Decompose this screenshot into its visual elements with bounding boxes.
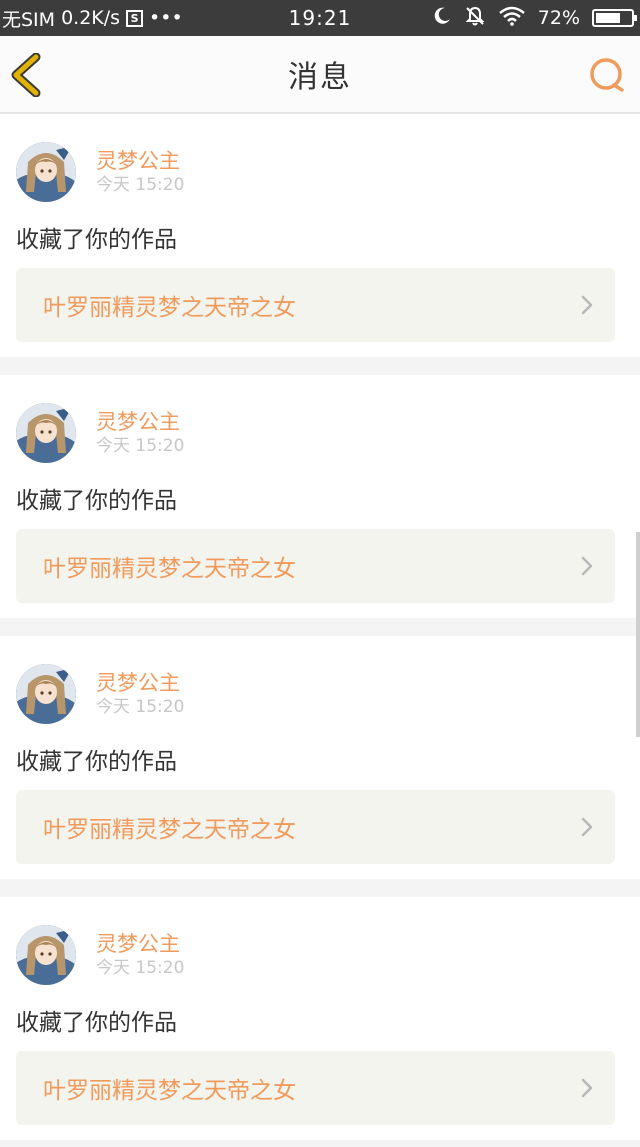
message-card: 灵梦公主 今天 15:20 收藏了你的作品 叶罗丽精灵梦之天帝之女 xyxy=(0,114,640,357)
avatar-image xyxy=(16,403,76,463)
avatar-image xyxy=(16,664,76,724)
message-card: 灵梦公主 今天 15:20 收藏了你的作品 叶罗丽精灵梦之天帝之女 xyxy=(0,375,640,618)
work-link[interactable]: 叶罗丽精灵梦之天帝之女 xyxy=(16,790,615,864)
user-info: 灵梦公主 今天 15:20 xyxy=(96,148,184,196)
scrollbar[interactable] xyxy=(636,532,640,737)
battery-icon xyxy=(592,9,637,27)
wifi-icon xyxy=(498,6,526,31)
chevron-right-icon xyxy=(581,817,593,837)
action-text: 收藏了你的作品 xyxy=(16,488,177,514)
user-name[interactable]: 灵梦公主 xyxy=(96,148,184,174)
user-info: 灵梦公主 今天 15:20 xyxy=(96,931,184,979)
work-link[interactable]: 叶罗丽精灵梦之天帝之女 xyxy=(16,1051,615,1125)
avatar[interactable] xyxy=(16,664,76,724)
message-time: 今天 15:20 xyxy=(96,958,185,978)
action-text: 收藏了你的作品 xyxy=(16,1010,177,1036)
avatar-image xyxy=(16,925,76,985)
user-name[interactable]: 灵梦公主 xyxy=(96,931,184,957)
search-button[interactable] xyxy=(588,56,628,96)
message-card: 灵梦公主 今天 15:20 收藏了你的作品 叶罗丽精灵梦之天帝之女 xyxy=(0,636,640,879)
page-title: 消息 xyxy=(288,60,352,95)
status-bar-left: 无SIM 0.2K/s S ••• xyxy=(2,5,183,32)
search-icon xyxy=(590,58,624,92)
action-text: 收藏了你的作品 xyxy=(16,227,177,253)
avatar[interactable] xyxy=(16,403,76,463)
action-text: 收藏了你的作品 xyxy=(16,749,177,775)
battery-percent: 72% xyxy=(537,7,580,29)
chevron-right-icon xyxy=(581,556,593,576)
more-dots-icon: ••• xyxy=(149,7,183,29)
work-title: 叶罗丽精灵梦之天帝之女 xyxy=(43,817,296,843)
avatar-image xyxy=(16,142,76,202)
battery-level xyxy=(596,13,621,23)
user-row: 灵梦公主 今天 15:20 xyxy=(16,403,615,463)
user-name[interactable]: 灵梦公主 xyxy=(96,670,184,696)
message-time: 今天 15:20 xyxy=(96,175,185,195)
work-title: 叶罗丽精灵梦之天帝之女 xyxy=(43,295,296,321)
work-title: 叶罗丽精灵梦之天帝之女 xyxy=(43,1078,296,1104)
message-card: 灵梦公主 今天 15:20 收藏了你的作品 叶罗丽精灵梦之天帝之女 xyxy=(0,897,640,1140)
page: 无SIM 0.2K/s S ••• 19:21 72% 消息 灵梦公主 今天 1… xyxy=(0,0,640,1147)
message-time: 今天 15:20 xyxy=(96,697,185,717)
chevron-right-icon xyxy=(581,295,593,315)
status-bar: 无SIM 0.2K/s S ••• 19:21 72% xyxy=(0,0,640,36)
carrier-label: 无SIM xyxy=(2,8,56,31)
chevron-right-icon xyxy=(581,1078,593,1098)
user-row: 灵梦公主 今天 15:20 xyxy=(16,664,615,724)
back-button[interactable] xyxy=(8,52,44,98)
network-speed: 0.2K/s xyxy=(61,7,121,29)
chevron-left-icon xyxy=(11,52,41,98)
user-row: 灵梦公主 今天 15:20 xyxy=(16,925,615,985)
message-time: 今天 15:20 xyxy=(96,436,185,456)
bell-off-icon xyxy=(464,5,486,32)
user-name[interactable]: 灵梦公主 xyxy=(96,409,184,435)
avatar[interactable] xyxy=(16,925,76,985)
nav-bar: 消息 xyxy=(0,36,640,114)
user-info: 灵梦公主 今天 15:20 xyxy=(96,409,184,457)
moon-icon xyxy=(432,6,452,31)
clock: 19:21 xyxy=(288,6,352,30)
user-info: 灵梦公主 今天 15:20 xyxy=(96,670,184,718)
status-bar-right: 72% xyxy=(432,5,637,32)
avatar[interactable] xyxy=(16,142,76,202)
work-link[interactable]: 叶罗丽精灵梦之天帝之女 xyxy=(16,268,615,342)
message-list: 灵梦公主 今天 15:20 收藏了你的作品 叶罗丽精灵梦之天帝之女 灵梦公主 今… xyxy=(0,114,640,1140)
s-app-icon: S xyxy=(126,9,144,27)
work-title: 叶罗丽精灵梦之天帝之女 xyxy=(43,556,296,582)
user-row: 灵梦公主 今天 15:20 xyxy=(16,142,615,202)
work-link[interactable]: 叶罗丽精灵梦之天帝之女 xyxy=(16,529,615,603)
